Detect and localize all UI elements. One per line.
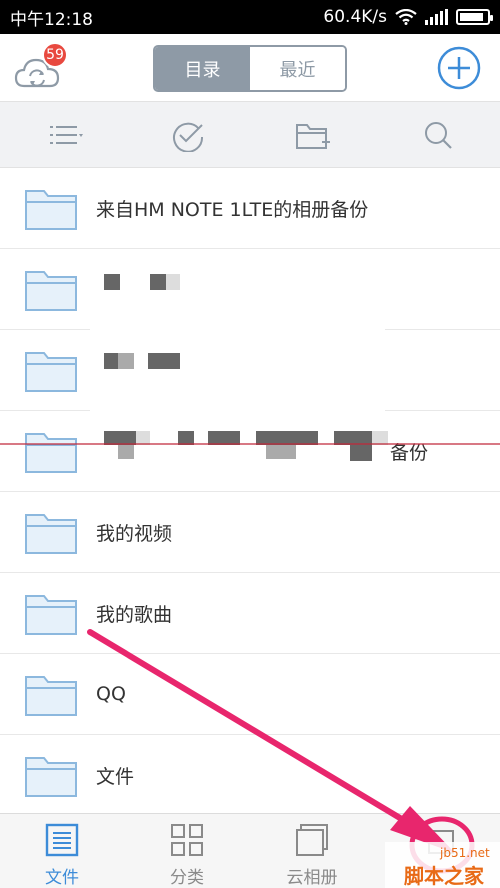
network-speed: 60.4K/s: [323, 7, 387, 27]
sync-cloud-button[interactable]: 59: [14, 42, 68, 90]
censor-mosaic-block: [118, 353, 134, 369]
check-circle-icon[interactable]: [171, 120, 205, 152]
tab-recent[interactable]: 最近: [250, 47, 345, 90]
status-bar: 中午12:18 60.4K/s: [0, 0, 500, 34]
list-item[interactable]: 来自HM NOTE 1LTE的相册备份: [0, 168, 500, 249]
folder-icon: [25, 595, 77, 635]
list-sort-icon[interactable]: [49, 120, 83, 152]
header: 59 目录 最近: [0, 34, 500, 102]
censor-mosaic-block: [118, 445, 134, 459]
censor-mosaic-block: [166, 274, 180, 290]
view-segmented-control: 目录 最近: [153, 45, 347, 92]
censor-backdrop: [90, 330, 385, 411]
grid-icon: [171, 824, 203, 856]
list-item[interactable]: 我的歌曲: [0, 573, 500, 654]
tab-cloud-album[interactable]: 云相册: [257, 814, 367, 888]
list-item[interactable]: [0, 249, 500, 330]
folder-icon: [25, 433, 77, 473]
file-name: QQ: [96, 683, 126, 705]
status-indicators: 60.4K/s: [323, 7, 493, 27]
watermark-site: jb51.net: [440, 846, 490, 860]
tab-category-label: 分类: [170, 868, 204, 888]
tab-category[interactable]: 分类: [132, 814, 242, 888]
censor-mosaic-block: [372, 431, 388, 445]
battery-icon: [456, 9, 493, 25]
list-item[interactable]: 文件: [0, 735, 500, 816]
censor-mosaic-block: [104, 431, 136, 445]
file-list-icon: [45, 823, 79, 857]
notification-badge: 59: [42, 42, 68, 68]
watermark-name: 脚本之家: [404, 864, 484, 888]
file-toolbar: [0, 102, 500, 168]
search-icon[interactable]: [422, 120, 456, 152]
censor-mosaic-block: [104, 274, 120, 290]
censor-mosaic-block: [148, 353, 180, 369]
tab-directory[interactable]: 目录: [155, 47, 250, 90]
new-folder-icon[interactable]: [296, 120, 330, 152]
file-name: 备份: [390, 441, 429, 464]
censor-mosaic-block: [150, 274, 166, 290]
censor-mosaic-block: [350, 445, 372, 461]
folder-icon: [25, 514, 77, 554]
censor-mosaic-block: [208, 431, 240, 445]
signal-icon: [425, 9, 448, 25]
censor-mosaic-block: [178, 431, 194, 445]
censor-backdrop: [90, 249, 385, 330]
censor-mosaic-block: [256, 431, 318, 445]
file-name: 文件: [96, 765, 135, 788]
censor-mosaic-block: [266, 445, 296, 459]
status-time: 中午12:18: [10, 9, 93, 30]
tab-files-label: 文件: [45, 868, 79, 888]
wifi-icon: [395, 9, 417, 25]
folder-icon: [25, 676, 77, 716]
cloud-album-icon: [296, 824, 328, 856]
folder-icon: [25, 190, 77, 230]
file-name: 来自HM NOTE 1LTE的相册备份: [96, 198, 369, 221]
file-name: 我的视频: [96, 522, 173, 545]
file-list: 来自HM NOTE 1LTE的相册备份备份我的视频我的歌曲 QQ 文件: [0, 168, 500, 816]
folder-icon: [25, 271, 77, 311]
folder-icon: [25, 757, 77, 797]
list-item[interactable]: 备份: [0, 411, 500, 492]
add-icon[interactable]: [437, 46, 481, 90]
list-item[interactable]: [0, 330, 500, 411]
file-name: 我的歌曲: [96, 603, 173, 626]
list-item[interactable]: QQ: [0, 654, 500, 735]
tab-files[interactable]: 文件: [7, 814, 117, 888]
list-item[interactable]: 我的视频: [0, 492, 500, 573]
tab-cloud-album-label: 云相册: [286, 868, 338, 888]
folder-icon: [25, 352, 77, 392]
censor-mosaic-block: [136, 431, 150, 445]
